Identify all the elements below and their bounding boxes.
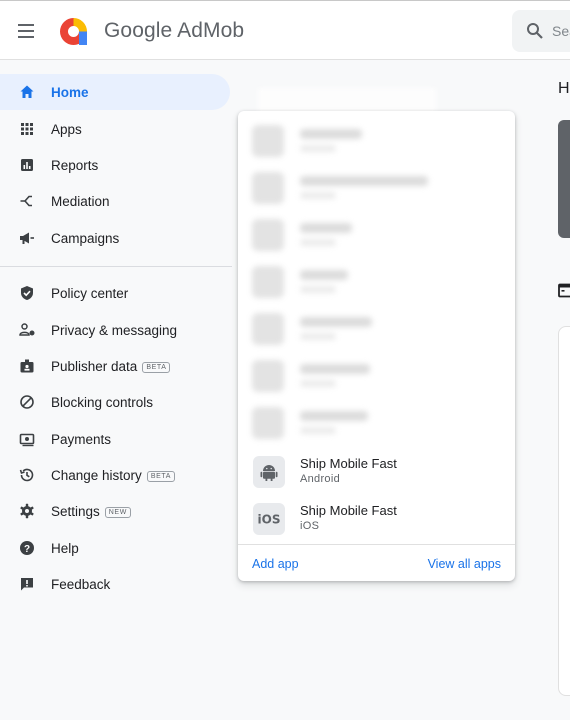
block-icon (20, 395, 34, 409)
summary-card (558, 120, 570, 238)
blurred-app-row (252, 215, 502, 255)
home-icon (20, 85, 34, 98)
app-platform: iOS (300, 520, 320, 532)
mediation-icon (20, 195, 32, 207)
sidebar-item-publisher-data[interactable]: Publisher data BETA (0, 348, 230, 384)
search-input[interactable]: Sea (512, 10, 570, 52)
blurred-app-row (252, 121, 502, 161)
apps-dropdown-panel: Ship Mobile Fast Android iOS Ship Mobile… (238, 111, 515, 581)
page-title: H (558, 80, 570, 97)
gear-icon (20, 503, 34, 519)
label-text: Settings (51, 504, 100, 519)
shield-check-icon (21, 286, 33, 300)
bar-chart-icon (21, 159, 33, 171)
menu-icon[interactable] (16, 20, 38, 42)
new-badge: NEW (104, 507, 131, 518)
sidebar-item-blocking-controls[interactable]: Blocking controls (0, 384, 230, 420)
brand-google: Google (104, 19, 173, 42)
feedback-icon (21, 578, 33, 591)
app-name: Ship Mobile Fast (300, 503, 397, 518)
sidebar-item-feedback[interactable]: Feedback (0, 566, 230, 602)
sidebar-item-policy-center[interactable]: Policy center (0, 275, 230, 311)
sidebar-item-change-history[interactable]: Change history BETA (0, 457, 230, 493)
sidebar-item-label: Mediation (51, 194, 110, 209)
sidebar-item-apps[interactable]: Apps (0, 111, 230, 147)
search-placeholder: Sea (552, 23, 570, 39)
ios-icon-label: iOS (258, 513, 281, 527)
search-icon (527, 23, 543, 39)
app-platform: Android (300, 473, 341, 485)
blurred-app-row (252, 262, 502, 302)
add-app-link[interactable]: Add app (252, 557, 299, 571)
sidebar-item-help[interactable]: ? Help (0, 530, 230, 566)
sidebar-item-label: Policy center (51, 286, 129, 301)
sidebar-item-label: Reports (51, 158, 99, 173)
payments-icon (19, 433, 35, 447)
sidebar-item-payments[interactable]: Payments (0, 421, 230, 457)
sidebar-item-home[interactable]: Home (0, 74, 230, 110)
blurred-app-row (252, 356, 502, 396)
app-row-ios[interactable]: iOS Ship Mobile Fast iOS (252, 501, 502, 541)
id-badge-icon (20, 359, 34, 373)
sidebar-item-label: Publisher data BETA (51, 359, 171, 374)
blurred-app-row (252, 403, 502, 443)
sidebar-divider (0, 266, 232, 267)
top-app-bar: Google AdMob Sea (0, 0, 570, 60)
apps-grid-icon (21, 123, 33, 135)
sidebar-item-label: Privacy & messaging (51, 323, 178, 338)
beta-badge: BETA (146, 471, 175, 482)
label-text: Publisher data (51, 359, 138, 374)
person-privacy-icon (19, 323, 35, 336)
brand-product: AdMob (177, 19, 245, 42)
app-name: Ship Mobile Fast (300, 456, 397, 471)
app-row-android[interactable]: Ship Mobile Fast Android (252, 454, 502, 494)
megaphone-icon (20, 232, 34, 244)
sidebar-item-label: Campaigns (51, 231, 120, 246)
panel-divider (238, 544, 515, 545)
svg-text:?: ? (24, 544, 30, 555)
view-all-apps-link[interactable]: View all apps (428, 557, 501, 571)
blurred-app-row (252, 309, 502, 349)
admob-logo[interactable] (57, 15, 90, 48)
sidebar-item-label: Apps (51, 122, 82, 137)
sidebar-item-reports[interactable]: Reports (0, 147, 230, 183)
sidebar-item-label: Help (51, 541, 79, 556)
sidebar-item-label: Blocking controls (51, 395, 154, 410)
sidebar-item-mediation[interactable]: Mediation (0, 183, 230, 219)
sidebar-item-settings[interactable]: Settings NEW (0, 493, 230, 529)
ios-icon: iOS (253, 503, 285, 535)
sidebar-item-campaigns[interactable]: Campaigns (0, 220, 230, 256)
android-icon (253, 456, 285, 488)
sidebar-item-label: Feedback (51, 577, 111, 592)
sidebar-item-label: Payments (51, 432, 112, 447)
sidebar-item-privacy-messaging[interactable]: Privacy & messaging (0, 312, 230, 348)
sidebar-item-label: Settings NEW (51, 504, 131, 519)
blurred-app-row (252, 168, 502, 208)
help-icon: ? (20, 541, 34, 555)
history-icon (19, 468, 34, 482)
app-title: Google AdMob (104, 19, 244, 43)
content-card (558, 326, 570, 696)
sidebar-nav: Home Apps Reports Mediation Campaigns Po… (0, 61, 232, 720)
sidebar-item-label: Change history BETA (51, 468, 175, 483)
sidebar-item-label: Home (51, 85, 89, 100)
label-text: Change history (51, 468, 142, 483)
beta-badge: BETA (142, 362, 171, 373)
calendar-icon[interactable] (558, 282, 570, 298)
